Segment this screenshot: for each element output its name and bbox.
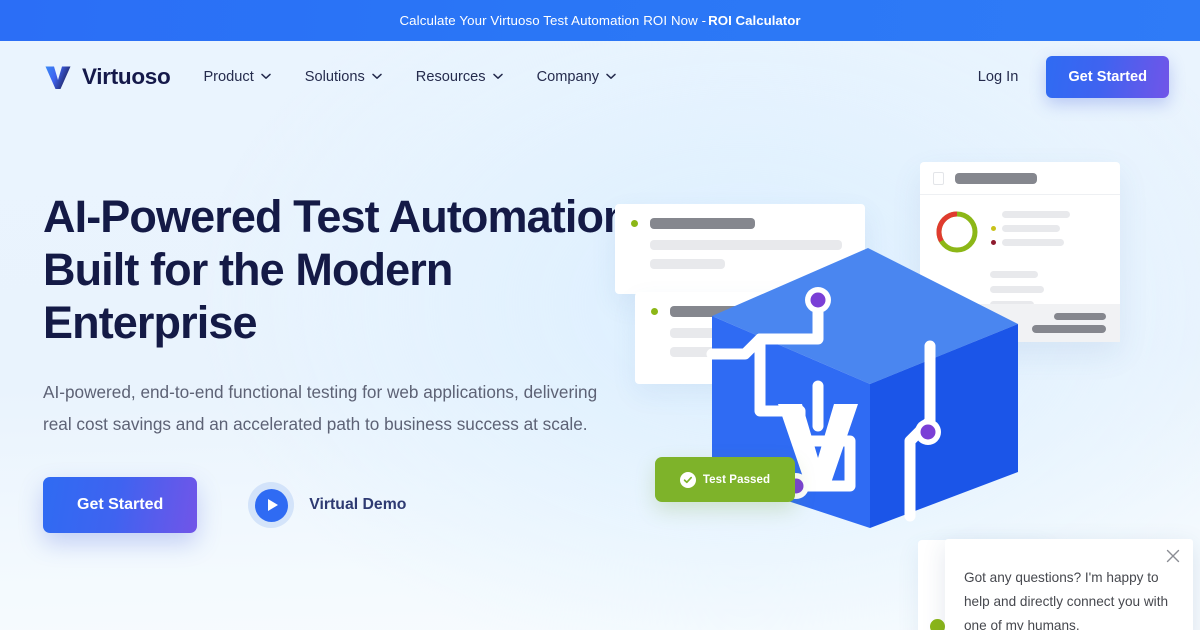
site-header: Virtuoso Product Solutions Resources Com… [0,41,1200,112]
hero-subheadline: AI-powered, end-to-end functional testin… [43,382,598,434]
promo-banner[interactable]: Calculate Your Virtuoso Test Automation … [0,0,1200,41]
status-dot-icon [631,220,638,227]
check-circle-icon [679,471,696,488]
virtual-demo-link[interactable]: Virtual Demo [248,482,406,528]
get-started-button-hero[interactable]: Get Started [43,477,198,533]
promo-banner-text: Calculate Your Virtuoso Test Automation … [399,13,707,28]
test-passed-label: Test Passed [702,473,771,486]
nav-item-resources[interactable]: Resources [416,69,503,85]
test-passed-badge: Test Passed [655,457,795,502]
nav-item-product[interactable]: Product [203,68,271,85]
nav-item-company[interactable]: Company [537,69,616,85]
get-started-button-header[interactable]: Get Started [1046,55,1169,98]
hero-cta-row: Get Started Virtual Demo [43,477,643,533]
virtuoso-v-logo-icon [43,62,73,92]
checkbox-icon [933,171,944,185]
hero-copy: AI-Powered Test Automation Built for the… [43,190,643,533]
close-icon[interactable] [1164,547,1182,565]
main-nav: Product Solutions Resources Company [203,69,616,85]
header-actions: Log In Get Started [978,55,1169,98]
play-icon [248,482,295,528]
nav-item-solutions[interactable]: Solutions [305,69,382,85]
status-dot-icon [651,308,658,315]
brand-name: Virtuoso [82,63,171,89]
chevron-down-icon [492,73,503,80]
chat-greeting-popup: Got any questions? I'm happy to help and… [945,539,1193,630]
chat-agent-avatar [930,619,945,630]
login-link[interactable]: Log In [978,69,1019,85]
page-title: AI-Powered Test Automation Built for the… [43,191,631,348]
nav-item-label: Solutions [304,68,365,85]
hero-section: AI-Powered Test Automation Built for the… [0,112,1200,630]
nav-item-label: Company [536,68,600,85]
chevron-down-icon [606,73,616,80]
chevron-down-icon [261,73,271,80]
roi-calculator-link[interactable]: ROI Calculator [708,13,800,28]
virtual-demo-label: Virtual Demo [309,496,407,513]
chevron-down-icon [372,73,382,80]
nav-item-label: Resources [415,68,486,85]
brand-logo[interactable]: Virtuoso [43,62,171,92]
nav-item-label: Product [203,68,254,85]
chat-greeting-message: Got any questions? I'm happy to help and… [964,570,1169,630]
